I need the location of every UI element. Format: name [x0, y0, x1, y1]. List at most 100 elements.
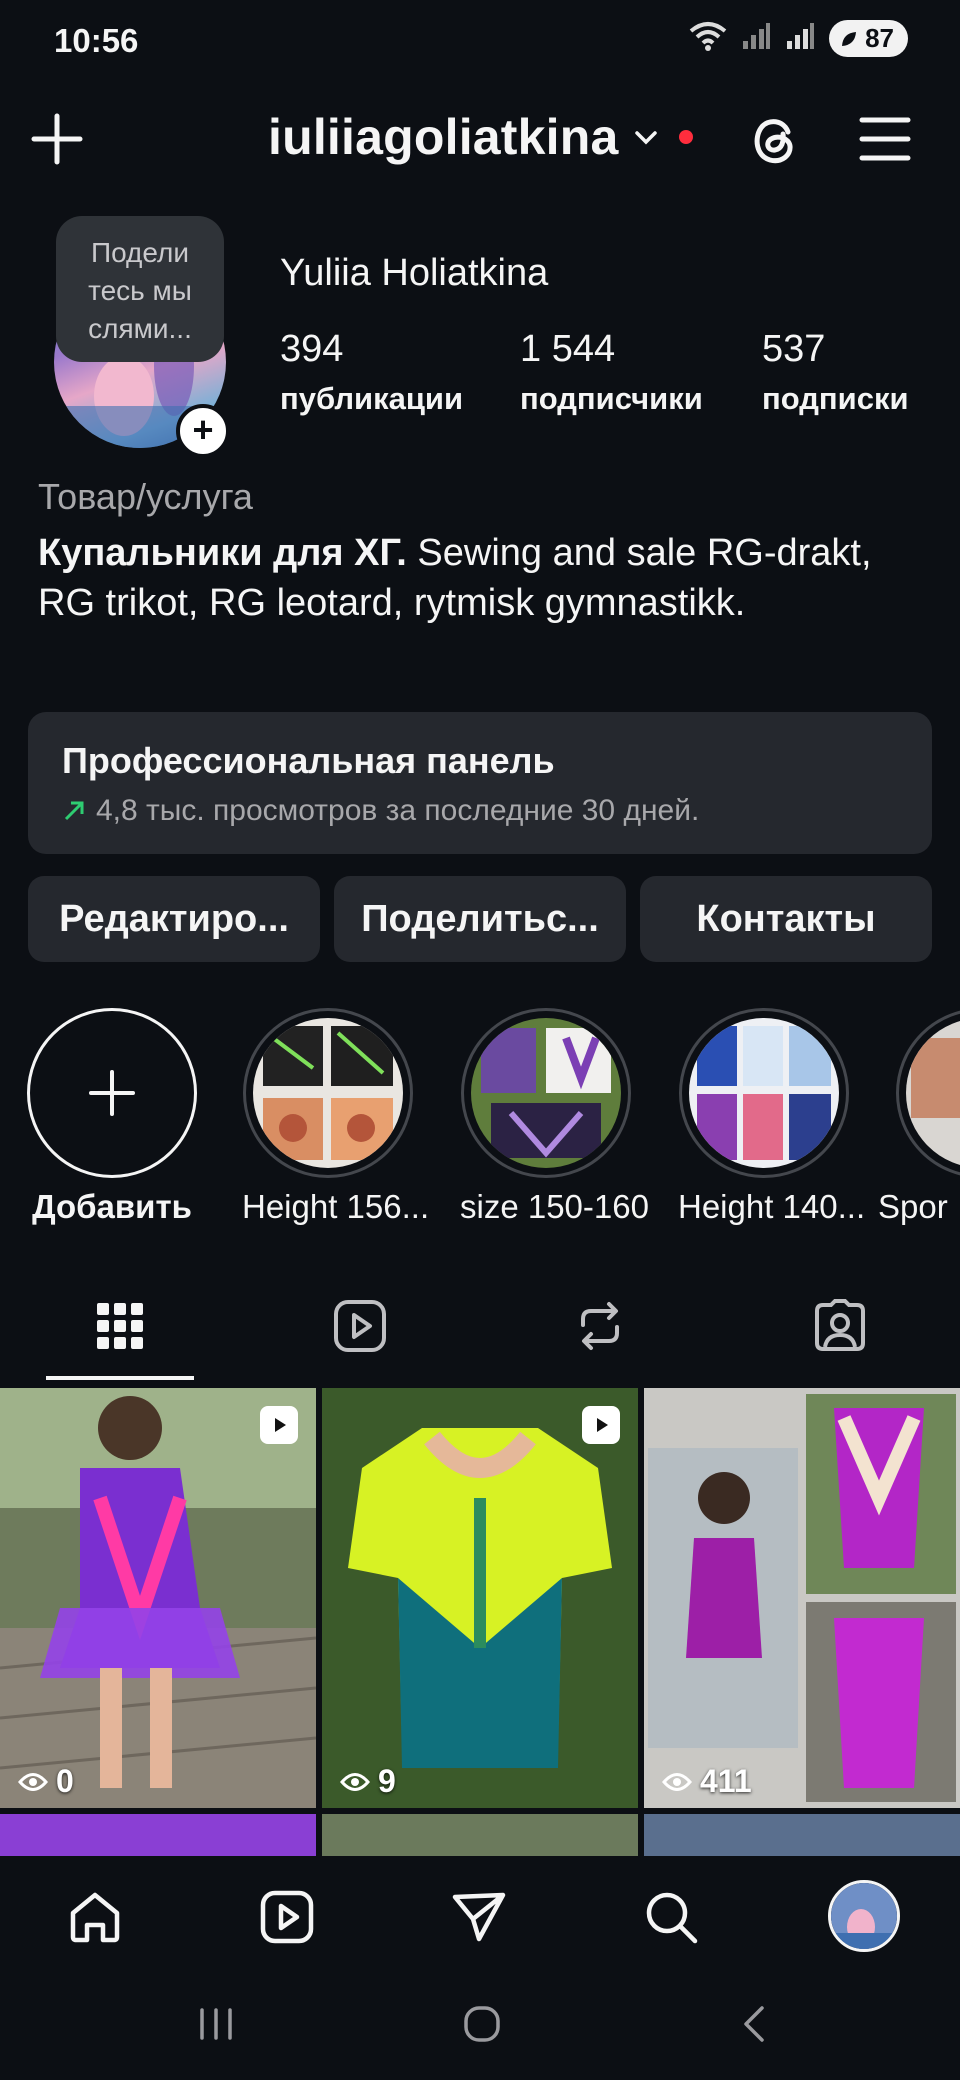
highlight-ring: [243, 1008, 413, 1178]
home-circle-icon: [464, 2006, 500, 2042]
view-count-value: 9: [378, 1763, 396, 1799]
grid-icon: [97, 1303, 143, 1349]
view-count-value: 0: [56, 1763, 74, 1799]
signal-icon: [785, 21, 815, 56]
home-icon: [70, 1892, 120, 1943]
highlight-label: Height 156...: [242, 1188, 430, 1225]
stat-value: 537: [762, 328, 826, 370]
trend-up-icon: [64, 801, 84, 821]
bio: Купальники для ХГ. Sewing and sale RG-dr…: [38, 528, 918, 628]
nav-home[interactable]: [64, 1886, 126, 1948]
nav-messages[interactable]: [448, 1886, 510, 1948]
stat-following[interactable]: 537 подписки: [762, 328, 909, 417]
tab-reels[interactable]: [300, 1296, 420, 1356]
notification-dot: [678, 130, 693, 144]
status-time: 10:56: [54, 22, 139, 59]
active-tab-indicator: [46, 1376, 194, 1380]
share-profile-button[interactable]: Поделитьс...: [334, 876, 626, 962]
threads-icon: [754, 119, 793, 164]
highlight-label: Height 140...: [678, 1188, 866, 1225]
reels-icon: [260, 1890, 314, 1944]
highlight-label: Spor: [878, 1188, 948, 1225]
nav-reels[interactable]: [256, 1886, 318, 1948]
menu-button[interactable]: [858, 114, 912, 164]
full-name: Yuliia Holiatkina: [280, 252, 549, 294]
highlight-item[interactable]: Height 156...: [242, 1008, 430, 1226]
plus-icon: [31, 113, 83, 165]
add-story-button[interactable]: +: [176, 404, 230, 458]
chevron-down-icon: [634, 131, 657, 145]
view-count: 0: [18, 1763, 74, 1800]
reels-icon: [597, 1418, 608, 1432]
pro-panel-subtitle: 4,8 тыс. просмотров за последние 30 дней…: [62, 794, 699, 828]
view-count: 411: [662, 1763, 752, 1800]
account-switcher[interactable]: iuliiagoliatkina: [268, 108, 693, 166]
home-button[interactable]: [462, 2004, 502, 2049]
note-bubble[interactable]: Подели тесь мы слями...: [56, 216, 224, 362]
contacts-button[interactable]: Контакты: [640, 876, 932, 962]
highlight-label: Добавить: [32, 1188, 192, 1225]
tab-tagged[interactable]: [780, 1296, 900, 1356]
highlight-thumbnail: [471, 1018, 621, 1168]
highlight-item[interactable]: Height 140...: [678, 1008, 866, 1226]
post-thumbnail[interactable]: 411: [644, 1388, 960, 1808]
recent-apps-button[interactable]: [196, 2006, 236, 2047]
view-count: 9: [340, 1763, 396, 1800]
tagged-icon: [815, 1299, 865, 1351]
stat-label: подписки: [762, 381, 909, 416]
nav-search[interactable]: [640, 1886, 702, 1948]
bottom-navigation: [0, 1856, 960, 1976]
bio-bold: Купальники для ХГ.: [38, 532, 407, 574]
stat-posts[interactable]: 394 публикации: [280, 328, 463, 417]
eye-icon: [662, 1772, 692, 1791]
signal-icon: [741, 21, 771, 56]
stat-value: 1 544: [520, 328, 616, 370]
system-navigation: [0, 1976, 960, 2080]
wifi-icon: [689, 21, 727, 56]
post-thumbnail[interactable]: 0: [0, 1388, 316, 1808]
highlight-thumbnail: [906, 1018, 960, 1168]
repost-icon: [581, 1302, 619, 1350]
back-icon: [744, 2006, 764, 2042]
highlight-item[interactable]: size 150-160: [460, 1008, 649, 1226]
highlight-add-ring: [27, 1008, 197, 1178]
plus-icon: [89, 1070, 135, 1116]
eye-icon: [18, 1772, 48, 1791]
threads-button[interactable]: [744, 110, 804, 170]
professional-dashboard[interactable]: Профессиональная панель 4,8 тыс. просмот…: [28, 712, 932, 854]
highlight-ring: [461, 1008, 631, 1178]
create-button[interactable]: [30, 112, 84, 166]
pro-panel-views: 4,8 тыс. просмотров за последние 30 дней…: [96, 794, 700, 827]
profile-category: Товар/услуга: [38, 476, 253, 517]
highlight-add[interactable]: Добавить: [26, 1008, 198, 1226]
stat-followers[interactable]: 1 544 подписчики: [520, 328, 703, 417]
menu-icon: [859, 117, 911, 161]
highlight-thumbnail: [253, 1018, 403, 1168]
stat-value: 394: [280, 328, 344, 370]
highlight-ring: [679, 1008, 849, 1178]
recents-icon: [200, 2008, 232, 2040]
tab-reposts[interactable]: [540, 1296, 660, 1356]
reels-icon: [334, 1300, 386, 1352]
eye-icon: [340, 1772, 370, 1791]
view-count-value: 411: [700, 1763, 752, 1799]
username: iuliiagoliatkina: [268, 109, 619, 165]
tab-grid[interactable]: [60, 1296, 180, 1356]
reel-badge: [260, 1406, 298, 1444]
status-icons: 87: [689, 20, 908, 57]
search-icon: [646, 1892, 698, 1944]
battery-icon: 87: [829, 20, 908, 57]
back-button[interactable]: [738, 2004, 770, 2049]
stat-label: публикации: [280, 381, 464, 416]
reel-badge: [582, 1406, 620, 1444]
messages-icon: [452, 1892, 506, 1942]
edit-profile-button[interactable]: Редактиро...: [28, 876, 320, 962]
nav-profile[interactable]: [828, 1880, 900, 1952]
post-thumbnail[interactable]: 9: [322, 1388, 638, 1808]
highlight-label: size 150-160: [460, 1188, 649, 1225]
highlight-item[interactable]: Spor: [878, 1008, 960, 1226]
battery-level: 87: [865, 23, 894, 53]
reels-icon: [275, 1418, 286, 1432]
profile-avatar: [831, 1883, 897, 1949]
highlight-ring: [896, 1008, 960, 1178]
